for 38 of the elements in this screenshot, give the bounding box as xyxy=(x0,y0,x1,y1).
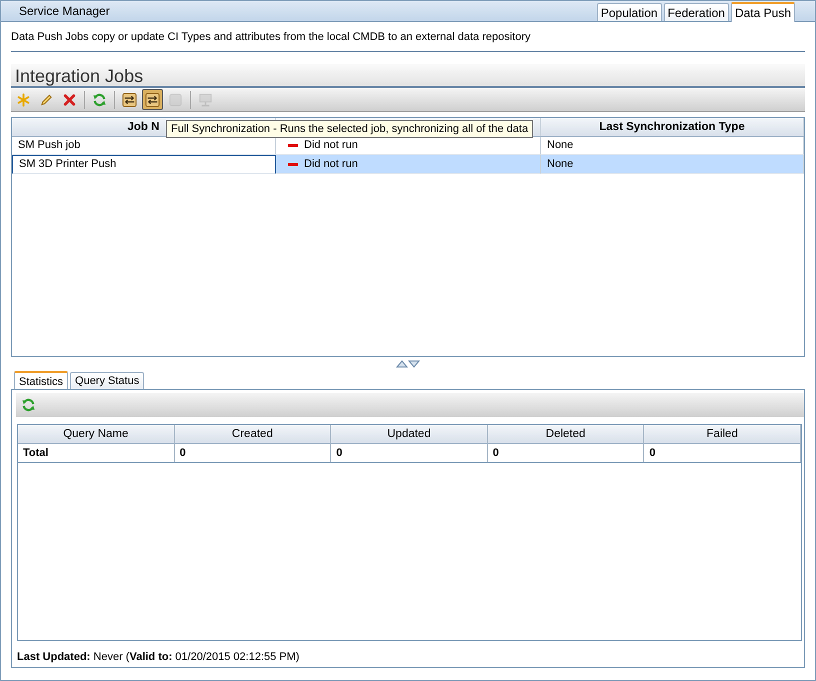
tab[interactable]: Population xyxy=(596,3,662,21)
column-header: Updated xyxy=(331,425,488,443)
pencil-icon xyxy=(39,92,54,108)
column-header: Query Name xyxy=(18,425,175,443)
sync-button[interactable] xyxy=(142,89,163,110)
table-cell: 0 xyxy=(488,444,644,462)
stop-icon xyxy=(168,92,183,108)
column-header: Last Synchronization Type xyxy=(541,118,804,136)
table-cell: 0 xyxy=(644,444,801,462)
table-cell: SM 3D Printer Push xyxy=(12,155,276,174)
table-cell: None xyxy=(541,155,804,174)
tab[interactable]: Data Push xyxy=(730,2,795,22)
tab[interactable]: Query Status xyxy=(70,372,144,389)
tab[interactable]: Federation xyxy=(664,3,729,21)
column-header: Deleted xyxy=(488,425,644,443)
sync-icon xyxy=(145,92,160,108)
tooltip: Full Synchronization - Runs the selected job, synchronizing all of the data xyxy=(166,120,534,138)
column-header: Failed xyxy=(644,425,801,443)
last-updated-text: Last Updated: Never (Valid to: 01/20/2015 02:12:55 PM) xyxy=(16,651,300,665)
description-text: Data Push Jobs copy or update CI Types and attributes from the local CMDB to an external data repository xyxy=(11,30,532,45)
table-cell: Total xyxy=(18,444,175,462)
tab[interactable]: Statistics xyxy=(14,371,68,390)
column-header: Created xyxy=(174,425,332,443)
app-title: Service Manager xyxy=(18,4,110,20)
refresh-icon xyxy=(92,92,107,108)
status-text: Did not run xyxy=(304,156,358,172)
asterisk-icon xyxy=(16,92,31,108)
section-title: Integration Jobs xyxy=(15,66,144,86)
refresh-icon xyxy=(21,397,36,413)
dash-icon xyxy=(288,162,298,166)
monitor-icon xyxy=(198,92,213,108)
delete-icon xyxy=(62,92,77,108)
table-cell: 0 xyxy=(174,444,332,462)
table-row[interactable]: SM 3D Printer Push Did not run None xyxy=(12,155,804,173)
status-text: Did not run xyxy=(304,138,358,153)
dash-icon xyxy=(288,144,298,147)
table-cell: 0 xyxy=(331,444,488,462)
sync-icon xyxy=(122,92,137,108)
